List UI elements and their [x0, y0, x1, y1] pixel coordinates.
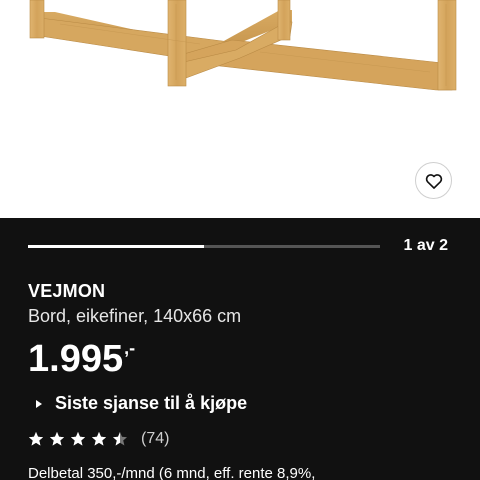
last-chance-notice: Siste sjanse til å kjøpe: [36, 393, 247, 414]
star-icon: [92, 432, 106, 446]
carousel-pager: 1 av 2: [403, 237, 448, 254]
product-image-area[interactable]: [0, 0, 480, 218]
rating-stars: [28, 431, 133, 447]
wishlist-button[interactable]: [415, 162, 452, 199]
carousel-progress[interactable]: [28, 245, 380, 248]
installment-info[interactable]: Delbetal 350,-/mnd (6 mnd, eff. rente 8,…: [28, 465, 315, 480]
price-value: 1.995: [28, 338, 124, 380]
product-name[interactable]: VEJMON: [28, 281, 105, 302]
product-price: 1.995 ,-: [28, 336, 135, 382]
product-info-panel: 1 av 2 VEJMON Bord, eikefiner, 140x66 cm…: [0, 218, 480, 480]
product-image: [29, 0, 457, 91]
last-chance-label: Siste sjanse til å kjøpe: [55, 393, 248, 413]
star-icon: [50, 432, 64, 446]
star-icon: [71, 432, 85, 446]
price-suffix: ,-: [124, 338, 136, 358]
heart-icon: [425, 173, 442, 189]
star-icon: [113, 432, 127, 446]
review-count[interactable]: (74): [141, 430, 169, 448]
carousel-progress-fill: [28, 245, 204, 248]
star-icon: [29, 432, 43, 446]
chevron-right-icon[interactable]: ›: [434, 476, 439, 480]
product-description: Bord, eikefiner, 140x66 cm: [28, 306, 242, 326]
rating[interactable]: (74): [28, 430, 169, 448]
triangle-right-icon: [36, 399, 42, 408]
